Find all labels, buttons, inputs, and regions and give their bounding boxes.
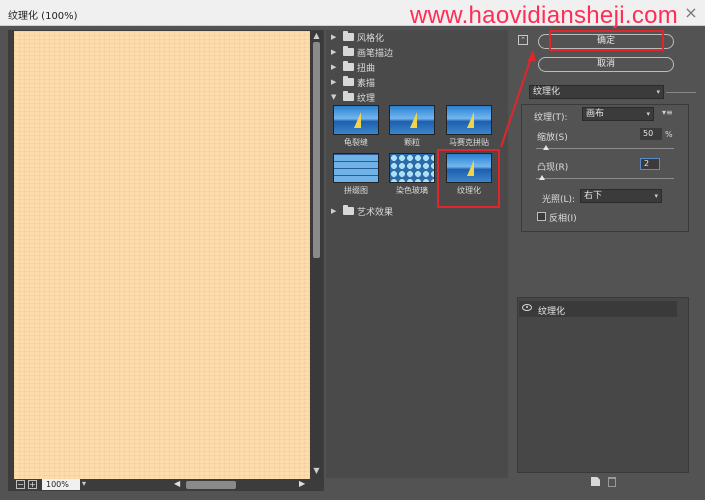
light-select[interactable]: 右下 ▾	[580, 189, 662, 203]
filter-item-craquelure[interactable]	[333, 105, 379, 135]
relief-label: 凸现(R)	[537, 163, 569, 173]
folder-icon	[343, 205, 354, 215]
relief-slider-track[interactable]	[536, 178, 674, 179]
chevron-down-icon[interactable]: ▾	[82, 479, 86, 488]
window-title: 纹理化 (100%)	[8, 11, 78, 22]
filter-item-grain[interactable]	[389, 105, 435, 135]
relief-slider-thumb[interactable]	[538, 175, 545, 180]
category-texture[interactable]: ▼ 纹理	[331, 90, 375, 104]
filter-label: 龟裂缝	[344, 138, 368, 147]
stained-glass-thumbnail-icon[interactable]	[389, 153, 435, 183]
expand-arrow-icon[interactable]: ▶	[331, 33, 340, 41]
zoom-level-select[interactable]: 100%	[42, 479, 80, 490]
texture-select[interactable]: 画布 ▾	[582, 107, 654, 121]
texture-menu-icon[interactable]: ▾≡	[662, 108, 673, 117]
category-sketch[interactable]: ▶ 素描	[331, 75, 375, 89]
category-label: 纹理	[357, 93, 376, 104]
filter-label: 马赛克拼贴	[449, 138, 489, 147]
zoom-in-button[interactable]: +	[28, 480, 37, 489]
selected-filter-highlight	[437, 149, 500, 208]
chevron-down-icon[interactable]: ▾	[646, 108, 650, 120]
folder-icon	[343, 76, 354, 86]
invert-label: 反相(I)	[549, 214, 577, 224]
category-label: 扭曲	[357, 63, 376, 74]
invert-checkbox[interactable]	[537, 212, 546, 221]
filter-gallery-window: 纹理化 (100%) www.haovidiansheji.com × ▲ ▼ …	[0, 0, 705, 500]
relief-input[interactable]: 2	[640, 158, 660, 170]
expand-arrow-icon[interactable]: ▶	[331, 78, 340, 86]
category-label: 风格化	[357, 33, 385, 44]
filter-item-patchwork[interactable]	[333, 153, 379, 183]
grain-thumbnail-icon[interactable]	[389, 105, 435, 135]
light-label: 光照(L):	[542, 195, 576, 205]
expand-arrow-icon[interactable]: ▶	[331, 207, 340, 215]
scale-input[interactable]: 50	[640, 128, 662, 140]
scale-unit: %	[665, 130, 673, 139]
effect-layers-panel	[517, 297, 689, 473]
scroll-up-arrow-icon[interactable]: ▲	[311, 31, 322, 41]
category-label: 素描	[357, 78, 376, 89]
filter-item-mosaic-tiles[interactable]	[446, 105, 492, 135]
folder-icon	[343, 46, 354, 56]
category-artistic[interactable]: ▶ 艺术效果	[331, 204, 393, 218]
zoom-out-button[interactable]: −	[16, 480, 25, 489]
collapse-gallery-icon[interactable]: ⌃	[518, 35, 528, 45]
folder-icon	[343, 61, 354, 71]
chevron-down-icon[interactable]: ▾	[654, 190, 658, 202]
scroll-down-arrow-icon[interactable]: ▼	[311, 466, 322, 478]
patchwork-thumbnail-icon[interactable]	[333, 153, 379, 183]
effect-layer-name: 纹理化	[538, 307, 566, 317]
ok-button-highlight	[549, 30, 664, 51]
folder-icon	[343, 31, 354, 41]
collapse-arrow-icon[interactable]: ▼	[331, 93, 340, 101]
folder-icon	[343, 91, 354, 101]
mosaic-tiles-thumbnail-icon[interactable]	[446, 105, 492, 135]
filter-select-value: 纹理化	[533, 87, 561, 97]
expand-arrow-icon[interactable]: ▶	[331, 48, 340, 56]
watermark: www.haovidiansheji.com	[410, 2, 679, 29]
category-label: 艺术效果	[357, 207, 394, 218]
category-stylize[interactable]: ▶ 风格化	[331, 30, 384, 44]
chevron-down-icon[interactable]: ▾	[656, 86, 660, 98]
scroll-left-arrow-icon[interactable]: ◀	[174, 479, 180, 488]
eye-icon[interactable]	[522, 304, 532, 311]
category-label: 画笔描边	[357, 48, 394, 59]
new-effect-layer-icon[interactable]	[591, 477, 600, 486]
filter-label: 拼缀图	[344, 186, 368, 195]
filter-label: 染色玻璃	[396, 186, 428, 195]
texture-select-value: 画布	[586, 109, 605, 119]
scale-slider-track[interactable]	[536, 148, 674, 149]
cancel-button[interactable]: 取消	[538, 57, 674, 72]
light-select-value: 右下	[584, 191, 603, 201]
scale-slider-thumb[interactable]	[542, 145, 549, 150]
close-button[interactable]: ×	[680, 2, 702, 24]
annotation-arrow-head	[527, 50, 536, 62]
expand-arrow-icon[interactable]: ▶	[331, 63, 340, 71]
craquelure-thumbnail-icon[interactable]	[333, 105, 379, 135]
divider	[666, 92, 696, 93]
horizontal-scroll-thumb[interactable]	[186, 481, 236, 489]
filter-select[interactable]: 纹理化 ▾	[529, 85, 664, 99]
scroll-right-arrow-icon[interactable]: ▶	[299, 479, 305, 488]
category-distort[interactable]: ▶ 扭曲	[331, 60, 375, 74]
texture-label: 纹理(T):	[534, 113, 568, 123]
filter-label: 颗粒	[404, 138, 420, 147]
preview-canvas[interactable]	[14, 31, 310, 480]
vertical-scroll-thumb[interactable]	[313, 42, 320, 258]
category-brush-strokes[interactable]: ▶ 画笔描边	[331, 45, 393, 59]
filter-item-stained-glass[interactable]	[389, 153, 435, 183]
scale-label: 缩放(S)	[537, 133, 568, 143]
delete-effect-layer-icon[interactable]	[608, 477, 616, 487]
